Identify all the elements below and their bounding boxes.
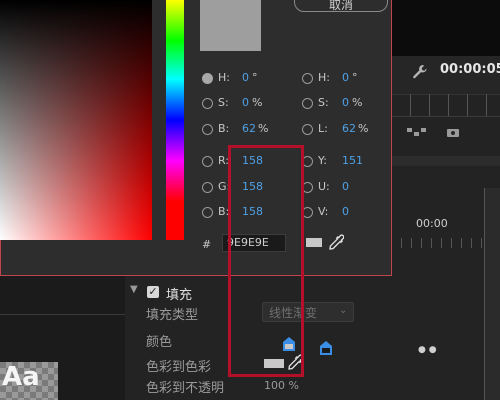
hsl-s-label: S: xyxy=(318,96,329,109)
hsb-s-unit: % xyxy=(252,96,263,109)
opacity-value[interactable]: 100 % xyxy=(264,379,299,392)
fill-label: 填充 xyxy=(166,288,193,303)
current-color-swatch xyxy=(306,238,322,247)
program-monitor xyxy=(392,0,500,57)
radio-hsl-h[interactable] xyxy=(302,73,313,84)
radio-hsb-b[interactable] xyxy=(202,124,213,135)
radio-b[interactable] xyxy=(202,207,213,218)
hsl-h-value[interactable]: 0 xyxy=(342,71,349,84)
hsl-s-unit: % xyxy=(352,96,363,109)
hsl-h-label: H: xyxy=(318,71,330,84)
highlight-box xyxy=(228,145,304,377)
panel-divider xyxy=(0,314,125,315)
y-value[interactable]: 151 xyxy=(342,154,363,167)
hsb-h-value[interactable]: 0 xyxy=(242,71,249,84)
radio-hsb-s[interactable] xyxy=(202,98,213,109)
chevron-down-icon: ⌄ xyxy=(339,305,348,316)
hsb-s-value[interactable]: 0 xyxy=(242,96,249,109)
color-to-opacity-label: 色彩到不透明 xyxy=(146,381,225,396)
wrench-icon[interactable] xyxy=(412,64,430,82)
chevron-down-icon[interactable]: ▼ xyxy=(130,284,138,295)
keyframe-dots: ● ● xyxy=(418,345,437,355)
hsl-h-unit: ° xyxy=(352,71,358,84)
y-label: Y: xyxy=(318,154,327,167)
color-to-color-label: 色彩到色彩 xyxy=(146,360,212,375)
hsb-h-unit: ° xyxy=(252,71,258,84)
hsl-l-unit: % xyxy=(358,122,369,135)
color-label: 颜色 xyxy=(146,335,173,350)
hsl-l-label: L: xyxy=(318,122,328,135)
hsb-h-label: H: xyxy=(218,71,230,84)
hue-slider[interactable] xyxy=(166,0,184,240)
cancel-button[interactable]: 取消 xyxy=(294,0,388,12)
hsl-l-value[interactable]: 62 xyxy=(342,122,356,135)
radio-hsb-h[interactable] xyxy=(202,73,213,84)
u-value[interactable]: 0 xyxy=(342,180,349,193)
timeline-subheader xyxy=(392,156,500,166)
v-label: V: xyxy=(318,205,329,218)
hsb-s-label: S: xyxy=(218,96,229,109)
saturation-brightness-field[interactable] xyxy=(0,0,152,240)
timeline-time-label: 00:00 xyxy=(416,217,448,230)
hex-label: # xyxy=(202,238,212,251)
v-value[interactable]: 0 xyxy=(342,205,349,218)
timeline-tool-icons xyxy=(405,126,485,143)
timeline-track[interactable] xyxy=(484,188,500,400)
radio-r[interactable] xyxy=(202,156,213,167)
eyedropper-icon[interactable] xyxy=(328,234,345,250)
hsl-s-value[interactable]: 0 xyxy=(342,96,349,109)
timeline-ruler[interactable] xyxy=(392,94,500,117)
gradient-stop-icon[interactable] xyxy=(320,340,332,355)
hsb-b-unit: % xyxy=(258,122,269,135)
hsb-b-label: B: xyxy=(218,122,230,135)
u-label: U: xyxy=(318,180,330,193)
thumbnail-label: Aa xyxy=(2,362,40,392)
fill-checkbox[interactable]: ✓ xyxy=(147,286,159,298)
radio-g[interactable] xyxy=(202,182,213,193)
hsb-b-value[interactable]: 62 xyxy=(242,122,256,135)
radio-hsl-l[interactable] xyxy=(302,124,313,135)
timecode-display: 00:00:05 xyxy=(440,62,500,77)
radio-hsl-s[interactable] xyxy=(302,98,313,109)
color-preview xyxy=(200,0,261,51)
fill-type-label: 填充类型 xyxy=(146,308,199,323)
